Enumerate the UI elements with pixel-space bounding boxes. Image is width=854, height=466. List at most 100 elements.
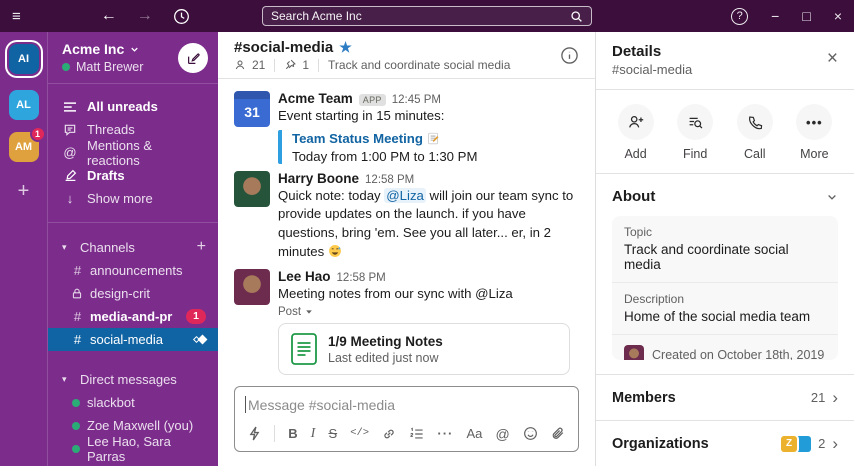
message-harry-boone: Harry Boone 12:58 PM Quick note: today @… xyxy=(218,167,595,265)
channel-item-social-media[interactable]: # social-media xyxy=(48,328,218,351)
message-input[interactable]: Message #social-media xyxy=(235,387,578,418)
timestamp[interactable]: 12:45 PM xyxy=(392,94,441,106)
event-link[interactable]: Team Status Meeting xyxy=(292,131,440,146)
timestamp[interactable]: 12:58 PM xyxy=(337,272,386,284)
add-people-button[interactable]: Add xyxy=(610,104,662,161)
shared-channel-icon xyxy=(194,334,208,345)
mentions-icon: @ xyxy=(62,145,78,160)
text-format-button[interactable]: Aa xyxy=(466,427,482,440)
close-icon[interactable]: × xyxy=(834,9,842,23)
message-text: Event starting in 15 minutes: xyxy=(278,107,579,126)
memo-emoji-icon xyxy=(427,132,440,145)
more-button[interactable]: ••• More xyxy=(788,104,840,161)
drafts-icon xyxy=(62,169,78,182)
channel-item-media-and-pr[interactable]: # media-and-pr 1 xyxy=(48,305,218,328)
hamburger-menu-icon[interactable]: ≡ xyxy=(12,8,21,25)
workspace-unread-badge: 1 xyxy=(30,126,46,142)
google-calendar-avatar[interactable]: 31 xyxy=(234,91,270,127)
info-icon[interactable] xyxy=(560,46,579,65)
collapse-triangle-icon: ▾ xyxy=(62,242,72,253)
avatar-lee-hao[interactable] xyxy=(234,269,270,305)
channels-header[interactable]: ▾ Channels + xyxy=(48,235,218,259)
threads-icon xyxy=(62,123,78,137)
workspace-initials: AL xyxy=(16,99,31,111)
channel-header: #social-media ★ 21 1 Track and coordinat… xyxy=(218,32,595,79)
sender-name[interactable]: Lee Hao xyxy=(278,269,331,284)
calendar-day: 31 xyxy=(244,104,260,120)
sidebar-item-show-more[interactable]: ↓ Show more xyxy=(48,187,218,210)
compose-button[interactable] xyxy=(178,43,208,73)
bold-button[interactable]: B xyxy=(288,427,297,440)
workspace-menu[interactable]: Acme Inc Matt Brewer xyxy=(48,32,218,84)
emoji-button[interactable] xyxy=(523,426,538,441)
sidebar-item-all-unreads[interactable]: All unreads xyxy=(48,95,218,118)
organizations-row[interactable]: Organizations Z 2 › xyxy=(596,420,854,466)
members-row[interactable]: Members 21 › xyxy=(596,374,854,420)
about-card: Topic Track and coordinate social media … xyxy=(612,216,838,360)
text-segment: Quick note: today xyxy=(278,188,384,203)
add-channel-button[interactable]: + xyxy=(197,238,206,256)
find-button[interactable]: Find xyxy=(669,104,721,161)
channel-topic[interactable]: Track and coordinate social media xyxy=(328,58,510,72)
close-details-icon[interactable]: × xyxy=(827,49,838,68)
channel-item-announcements[interactable]: # announcements xyxy=(48,259,218,282)
workspace-icon-al[interactable]: AL xyxy=(9,90,39,120)
mention-button[interactable]: @ xyxy=(495,427,509,441)
add-workspace-button[interactable]: + xyxy=(18,180,30,203)
window-titlebar: ≡ ← → ? − □ × xyxy=(0,0,854,32)
shortcuts-lightning-icon[interactable] xyxy=(248,426,261,441)
description-row[interactable]: Description Home of the social media tea… xyxy=(612,283,838,335)
post-type-menu[interactable]: Post xyxy=(278,306,579,318)
post-document-icon xyxy=(291,333,317,365)
minimize-icon[interactable]: − xyxy=(771,9,779,23)
more-formatting-button[interactable]: ··· xyxy=(437,427,453,440)
divider xyxy=(318,59,319,72)
search-input[interactable] xyxy=(271,9,570,23)
workspace-icon-am[interactable]: AM 1 xyxy=(9,132,39,162)
history-back-button[interactable]: ← xyxy=(101,7,117,25)
creator-avatar[interactable] xyxy=(624,345,644,360)
call-button[interactable]: Call xyxy=(729,104,781,161)
organizations-count: 2 xyxy=(818,436,825,451)
sender-name[interactable]: Acme Team xyxy=(278,91,353,106)
search-bar[interactable] xyxy=(262,6,592,26)
avatar-harry-boone[interactable] xyxy=(234,171,270,207)
workspace-initials: AM xyxy=(15,141,32,153)
sidebar-item-label: Drafts xyxy=(87,168,125,183)
maximize-icon[interactable]: □ xyxy=(802,9,810,23)
history-forward-button[interactable]: → xyxy=(137,7,153,25)
sidebar-item-label: Show more xyxy=(87,191,153,206)
link-icon[interactable] xyxy=(382,427,396,441)
timestamp[interactable]: 12:58 PM xyxy=(365,174,414,186)
sender-name[interactable]: Harry Boone xyxy=(278,171,359,186)
event-title: Team Status Meeting xyxy=(292,131,423,146)
channel-item-design-crit[interactable]: design-crit xyxy=(48,282,218,305)
topic-row[interactable]: Topic Track and coordinate social media xyxy=(612,216,838,283)
italic-button[interactable]: I xyxy=(311,427,316,441)
sidebar-item-mentions-reactions[interactable]: @ Mentions & reactions xyxy=(48,141,218,164)
strikethrough-button[interactable]: S xyxy=(328,427,337,440)
help-icon[interactable]: ? xyxy=(731,8,748,25)
phone-icon xyxy=(737,104,773,140)
channels-section: ▾ Channels + # announcements design-crit… xyxy=(48,223,218,355)
window-controls: ? − □ × xyxy=(731,0,842,32)
details-title: Details xyxy=(612,43,838,60)
channel-label: design-crit xyxy=(90,286,150,301)
attach-paperclip-icon[interactable] xyxy=(551,426,565,441)
member-count[interactable]: 21 xyxy=(252,58,265,72)
history-clock-icon[interactable] xyxy=(173,8,190,25)
ordered-list-icon[interactable] xyxy=(409,427,424,441)
about-section-header[interactable]: About xyxy=(596,174,854,216)
workspace-icon-acme-inc[interactable]: AI xyxy=(9,44,39,74)
dm-item-slackbot[interactable]: slackbot xyxy=(48,391,218,414)
file-attachment-meeting-notes[interactable]: 1/9 Meeting Notes Last edited just now xyxy=(278,323,570,375)
dm-item-lee-hao-sara-parras[interactable]: Lee Hao, Sara Parras xyxy=(48,437,218,460)
starred-icon[interactable]: ★ xyxy=(339,39,352,56)
code-button[interactable]: </> xyxy=(350,428,369,439)
pin-count[interactable]: 1 xyxy=(302,58,309,72)
composer-toolbar: B I S </> ··· Aa @ xyxy=(235,418,578,451)
mention-liza[interactable]: @Liza xyxy=(384,188,426,203)
zenith-org-icon: Z xyxy=(781,436,797,452)
dm-header[interactable]: ▾ Direct messages xyxy=(48,367,218,391)
presence-dot xyxy=(62,63,70,71)
